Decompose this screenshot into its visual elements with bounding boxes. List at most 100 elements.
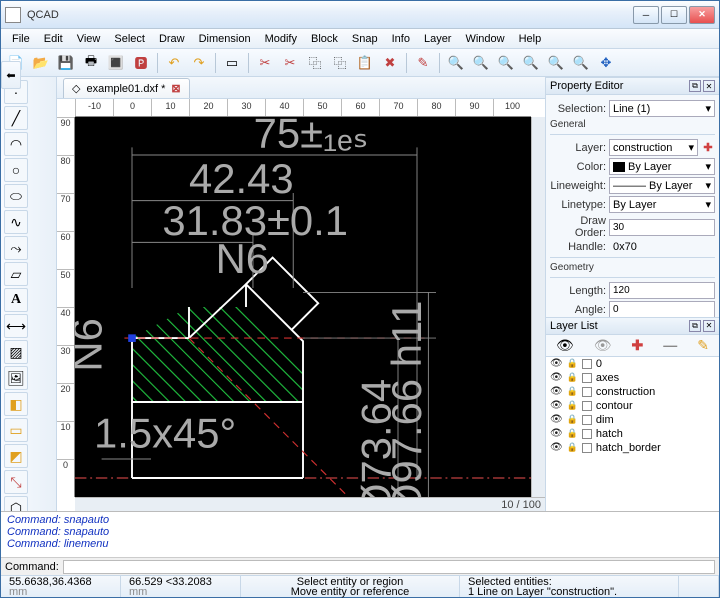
menu-select[interactable]: Select [107, 31, 152, 47]
circle-tool[interactable]: ○ [4, 158, 28, 182]
drawing-canvas[interactable]: 75±₁ₑₛ 42.43 31.83±0.1 1.5x45° Ø73.64 Ø9… [75, 117, 531, 497]
eye-icon[interactable]: 👁 [550, 442, 563, 453]
menu-block[interactable]: Block [304, 31, 345, 47]
lock-icon[interactable]: 🔒 [567, 400, 578, 411]
menu-view[interactable]: View [70, 31, 108, 47]
menu-help[interactable]: Help [512, 31, 549, 47]
bitmap-icon[interactable]: 🔳 [105, 52, 127, 74]
menu-modify[interactable]: Modify [258, 31, 304, 47]
add-layer-icon[interactable]: ✚ [701, 141, 715, 154]
paste-icon[interactable]: 📋 [354, 52, 376, 74]
eye-icon[interactable]: 👁 [550, 358, 563, 369]
layer-item[interactable]: 👁🔒hatch [546, 427, 719, 441]
showall-icon[interactable]: 👁 [556, 337, 574, 354]
layer-item[interactable]: 👁🔒0 [546, 357, 719, 371]
linetype-select[interactable]: By Layer▾ [609, 196, 715, 213]
ellipse-tool[interactable]: ⬭ [4, 184, 28, 208]
panel-float-icon[interactable]: ⧉ [689, 320, 701, 332]
color-select[interactable]: By Layer▾ [609, 158, 715, 175]
zoomin-icon[interactable]: 🔍 [445, 52, 467, 74]
eye-icon[interactable]: 👁 [550, 386, 563, 397]
cut-icon[interactable]: ✂ [254, 52, 276, 74]
layer-item[interactable]: 👁🔒hatch_border [546, 441, 719, 455]
print-icon[interactable]: 🖶 [80, 52, 102, 74]
undo-icon[interactable]: ↶ [163, 52, 185, 74]
zoomout-icon[interactable]: 🔍 [470, 52, 492, 74]
panel-close-icon[interactable]: ✕ [703, 80, 715, 92]
layer-select[interactable]: construction▾ [609, 139, 698, 156]
save-icon[interactable]: 💾 [55, 52, 77, 74]
layer-remove-icon[interactable]: — [663, 337, 677, 353]
menu-snap[interactable]: Snap [345, 31, 385, 47]
line-tool[interactable]: ╱ [4, 106, 28, 130]
zoomauto-icon[interactable]: 🔍 [495, 52, 517, 74]
menu-dimension[interactable]: Dimension [192, 31, 258, 47]
menu-window[interactable]: Window [458, 31, 511, 47]
select-tool[interactable]: ◩ [4, 444, 28, 468]
minimize-button[interactable]: ─ [633, 6, 659, 24]
polyline-tool[interactable]: ⤳ [4, 236, 28, 260]
draworder-input[interactable]: 30 [609, 219, 715, 236]
eye-icon[interactable]: 👁 [550, 400, 563, 411]
pdf-icon[interactable]: 🅿 [130, 52, 152, 74]
panel-float-icon[interactable]: ⧉ [689, 80, 701, 92]
maximize-button[interactable]: ☐ [661, 6, 687, 24]
pan-icon[interactable]: ✥ [595, 52, 617, 74]
tab-close-icon[interactable]: ⊠ [171, 82, 180, 95]
layer-item[interactable]: 👁🔒dim [546, 413, 719, 427]
iso-tool[interactable]: ⬡ [4, 496, 28, 511]
shape-tool[interactable]: ▱ [4, 262, 28, 286]
menu-info[interactable]: Info [385, 31, 417, 47]
block-tool[interactable]: ◧ [4, 392, 28, 416]
layer-add-icon[interactable]: ✚ [632, 337, 644, 354]
zoomwin-icon[interactable]: 🔍 [570, 52, 592, 74]
lineweight-select[interactable]: ——— By Layer▾ [609, 177, 715, 194]
delete-icon[interactable]: ✖ [379, 52, 401, 74]
arc-tool[interactable]: ◠ [4, 132, 28, 156]
zoomprev-icon[interactable]: 🔍 [545, 52, 567, 74]
lock-icon[interactable]: 🔒 [567, 414, 578, 425]
eye-icon[interactable]: 👁 [550, 428, 563, 439]
text-tool[interactable]: A [4, 288, 28, 312]
length-input[interactable]: 120 [609, 282, 715, 299]
redo-icon[interactable]: ↷ [188, 52, 210, 74]
copy-icon[interactable]: ⿻ [304, 52, 326, 74]
vertical-scrollbar[interactable] [531, 117, 545, 497]
blockref-tool[interactable]: ▭ [4, 418, 28, 442]
close-button[interactable]: ✕ [689, 6, 715, 24]
layer-item[interactable]: 👁🔒construction [546, 385, 719, 399]
menu-layer[interactable]: Layer [417, 31, 459, 47]
eye-icon[interactable]: 👁 [550, 414, 563, 425]
back-tool-button[interactable]: ⬅ [1, 61, 21, 89]
zoomsel-icon[interactable]: 🔍 [520, 52, 542, 74]
lock-icon[interactable]: 🔒 [567, 428, 578, 439]
angle-input[interactable]: 0 [609, 301, 715, 317]
layerselect-icon[interactable]: ▭ [221, 52, 243, 74]
layer-item[interactable]: 👁🔒contour [546, 399, 719, 413]
open-icon[interactable]: 📂 [30, 52, 52, 74]
image-tool[interactable]: 🖼 [4, 366, 28, 390]
menu-file[interactable]: File [5, 31, 37, 47]
lock-icon[interactable]: 🔒 [567, 372, 578, 383]
layer-item[interactable]: 👁🔒axes [546, 371, 719, 385]
lock-icon[interactable]: 🔒 [567, 358, 578, 369]
selection-select[interactable]: Line (1)▾ [609, 100, 715, 117]
copyref-icon[interactable]: ⿻ [329, 52, 351, 74]
snap-tool[interactable]: ⤡ [4, 470, 28, 494]
cutref-icon[interactable]: ✂ [279, 52, 301, 74]
command-input[interactable] [63, 560, 715, 574]
menu-edit[interactable]: Edit [37, 31, 70, 47]
spline-tool[interactable]: ∿ [4, 210, 28, 234]
menu-draw[interactable]: Draw [152, 31, 192, 47]
hideall-icon[interactable]: 👁 [594, 337, 612, 354]
dimension-tool[interactable]: ⟷ [4, 314, 28, 338]
lock-icon[interactable]: 🔒 [567, 442, 578, 453]
layer-edit-icon[interactable]: ✎ [697, 337, 709, 354]
tab-example01[interactable]: ◇ example01.dxf * ⊠ [63, 78, 190, 98]
eye-icon[interactable]: 👁 [550, 372, 563, 383]
hatch-tool[interactable]: ▨ [4, 340, 28, 364]
horizontal-scrollbar[interactable]: 10 / 100 [75, 497, 545, 511]
lock-icon[interactable]: 🔒 [567, 386, 578, 397]
panel-close-icon[interactable]: ✕ [703, 320, 715, 332]
pen-icon[interactable]: ✎ [412, 52, 434, 74]
